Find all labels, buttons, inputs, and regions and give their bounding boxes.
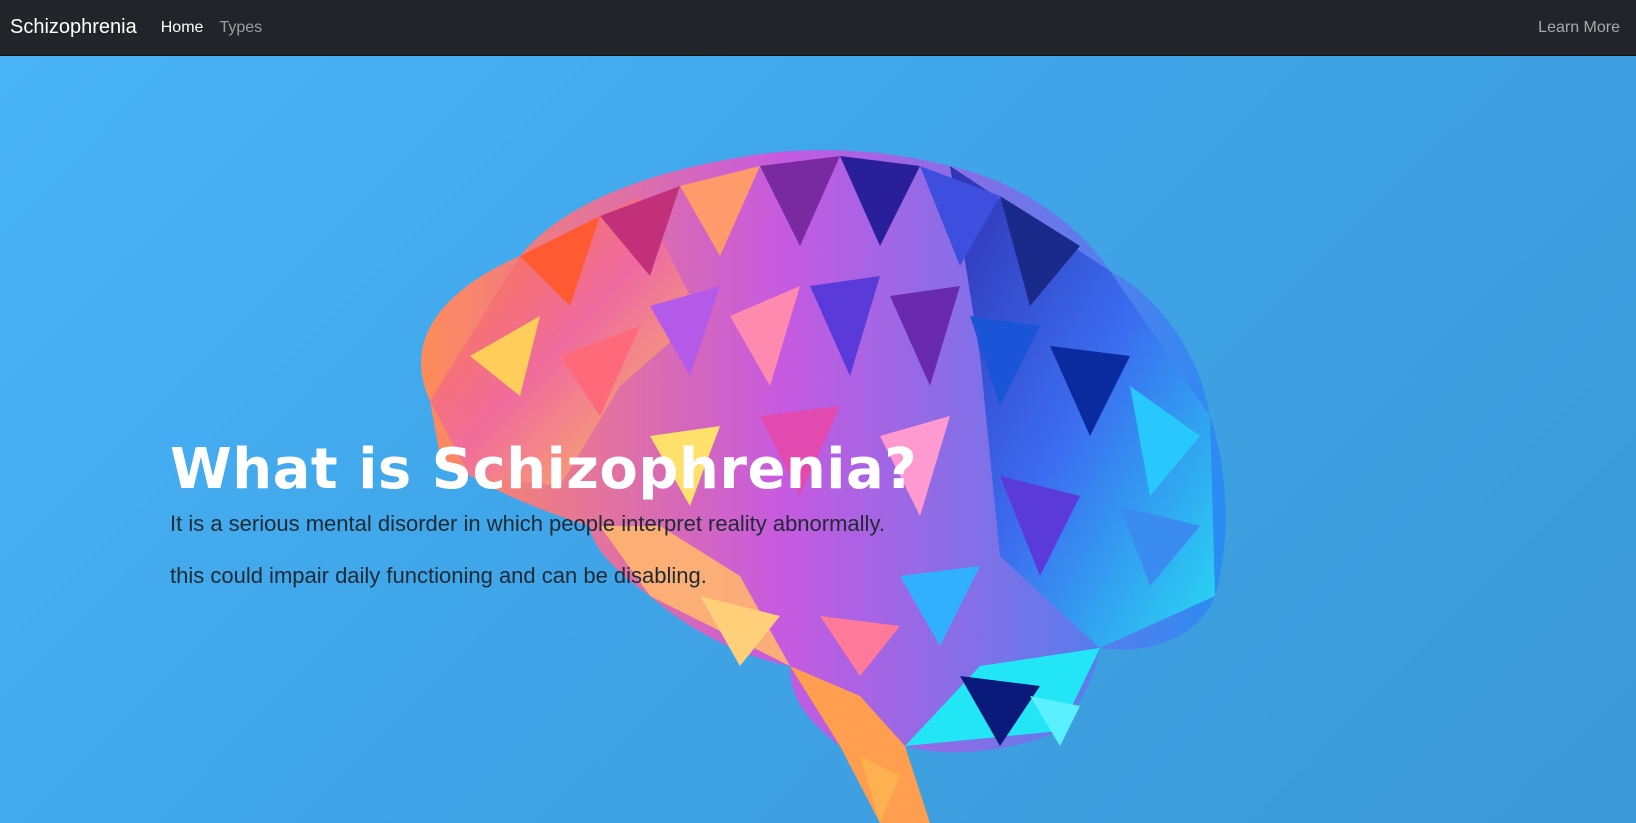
hero-description-line-2: this could impair daily functioning and …	[170, 562, 707, 588]
nav-link-home[interactable]: Home	[161, 19, 204, 37]
hero-description-line-1: It is a serious mental disorder in which…	[170, 510, 885, 536]
navbar: Schizophrenia Home Types Learn More	[0, 0, 1636, 56]
hero-section: What is Schizophrenia? It is a serious m…	[0, 56, 1636, 823]
nav-links: Home Types	[161, 19, 262, 37]
nav-link-types[interactable]: Types	[219, 19, 262, 37]
brand-logo-link[interactable]: Schizophrenia	[10, 16, 137, 39]
hero-content: What is Schizophrenia? It is a serious m…	[170, 439, 1170, 615]
nav-link-learn-more[interactable]: Learn More	[1538, 19, 1620, 37]
hero-title: What is Schizophrenia?	[170, 437, 918, 502]
